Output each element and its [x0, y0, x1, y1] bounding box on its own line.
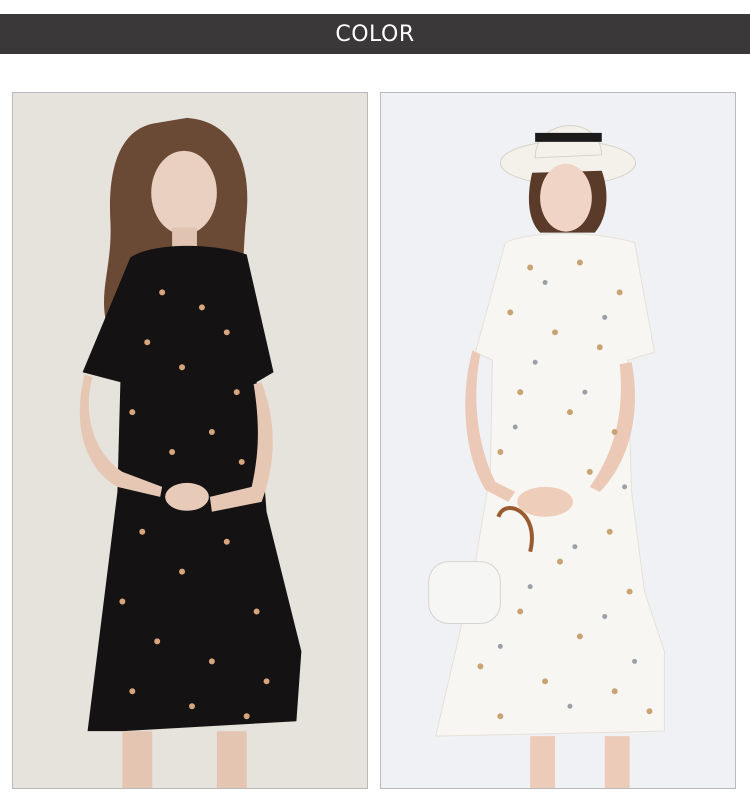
- hat-band: [535, 132, 602, 142]
- right-leg: [216, 731, 247, 788]
- product-photo-white-dress[interactable]: [380, 92, 736, 789]
- white-dress-illustration: [381, 93, 735, 788]
- black-dress-illustration: [13, 93, 367, 788]
- face-shape: [540, 163, 592, 232]
- color-header-bar: COLOR: [0, 14, 750, 54]
- face-shape: [151, 150, 217, 235]
- color-header-title: COLOR: [335, 21, 415, 47]
- left-leg: [530, 736, 556, 788]
- handbag[interactable]: [428, 561, 501, 624]
- hands: [165, 482, 209, 511]
- product-photo-black-dress[interactable]: [12, 92, 368, 789]
- hands: [517, 486, 573, 517]
- left-leg: [122, 731, 153, 788]
- right-leg: [604, 736, 630, 788]
